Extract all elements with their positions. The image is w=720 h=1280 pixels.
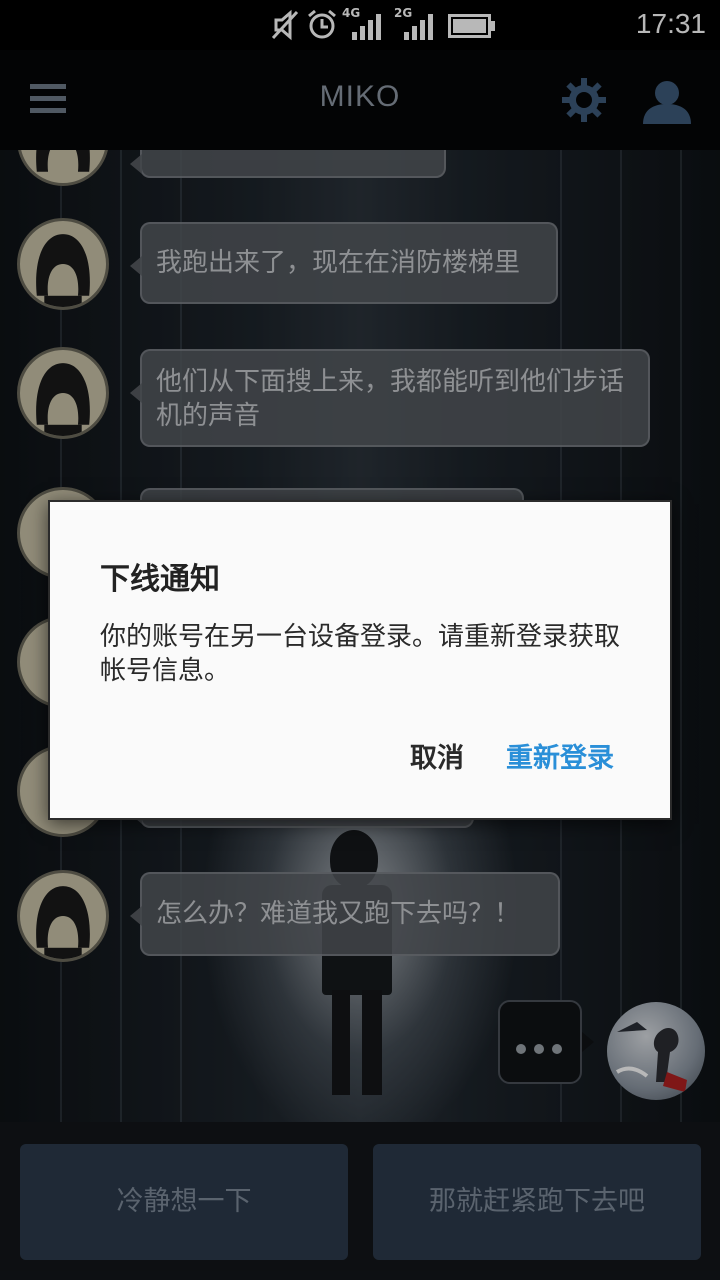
cancel-button[interactable]: 取消 [410, 736, 464, 775]
dialog-title: 下线通知 [100, 562, 220, 597]
dialog-message: 你的账号在另一台设备登录。请重新登录获取帐号信息。 [100, 622, 621, 686]
offline-dialog: 下线通知 你的账号在另一台设备登录。请重新登录获取帐号信息。 取消 重新登录 [48, 500, 672, 820]
relogin-button[interactable]: 重新登录 [506, 736, 614, 775]
